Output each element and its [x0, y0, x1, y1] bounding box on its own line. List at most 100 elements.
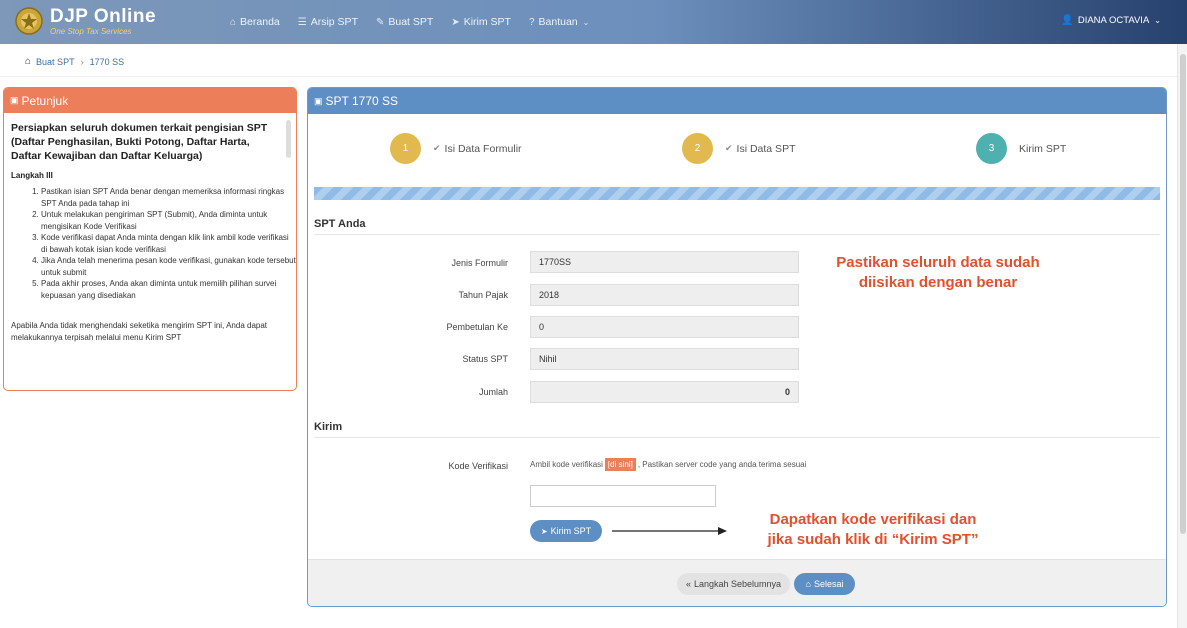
check-icon: ✔ — [433, 143, 441, 153]
kirim-spt-button[interactable]: ➤ Kirim SPT — [530, 520, 602, 542]
scrollbar-thumb[interactable] — [1180, 54, 1186, 534]
divider — [0, 76, 1187, 77]
step-number: 3 — [976, 133, 1007, 164]
page-scrollbar[interactable] — [1177, 44, 1187, 628]
gift-icon: ▣ — [10, 95, 19, 105]
tahun-pajak-field: 2018 — [530, 284, 799, 306]
step-label: Isi Data SPT — [736, 142, 796, 155]
list-item: Pastikan isian SPT Anda benar dengan mem… — [41, 186, 296, 209]
field-label: Jenis Formulir — [451, 258, 508, 268]
annotation-line: Pastikan seluruh data sudah — [836, 254, 1040, 271]
chevron-down-icon: ⌄ — [1154, 16, 1161, 25]
ambil-kode-link[interactable]: [di sini] — [604, 458, 636, 471]
breadcrumb-item-buat-spt[interactable]: Buat SPT — [36, 57, 75, 67]
annotation-line: jika sudah klik di “Kirim SPT” — [767, 531, 979, 548]
petunjuk-step-title: Langkah III — [11, 171, 53, 180]
nav-item-kirim-spt[interactable]: ➤ Kirim SPT — [451, 16, 511, 28]
annotation-line: diisikan dengan benar — [858, 274, 1018, 291]
djp-emblem-icon — [15, 7, 43, 35]
list-item: Untuk melakukan pengiriman SPT (Submit),… — [41, 209, 296, 232]
kode-verifikasi-input[interactable] — [530, 485, 716, 507]
button-label: Langkah Sebelumnya — [693, 579, 782, 589]
nav-item-arsip-spt[interactable]: ☰ Arsip SPT — [298, 16, 358, 28]
field-label: Jumlah — [478, 387, 508, 397]
user-icon: 👤 — [1061, 15, 1074, 26]
nav-item-bantuan[interactable]: ? Bantuan ⌄ — [529, 16, 589, 28]
annotation-bottom: Dapatkan kode verifikasi dan jika sudah … — [728, 510, 1018, 550]
double-chevron-left-icon: « — [685, 579, 691, 589]
button-label: Kirim SPT — [550, 526, 592, 536]
home-icon[interactable]: ⌂ — [25, 56, 31, 67]
step-number: 2 — [682, 133, 713, 164]
petunjuk-note: Apabila Anda tidak menghendaki seketika … — [11, 321, 268, 342]
divider — [314, 437, 1160, 438]
kode-hint-text: Ambil kode verifikasi — [530, 460, 603, 469]
wizard-step-2: 2 ✔ Isi Data SPT — [682, 133, 795, 164]
list-item: Jika Anda telah menerima pesan kode veri… — [41, 255, 296, 278]
list-item: Pada akhir proses, Anda akan diminta unt… — [41, 278, 296, 301]
top-navbar: DJP Online One Stop Tax Services ⌂ Beran… — [0, 0, 1187, 44]
selesai-button[interactable]: ⌂ Selesai — [794, 573, 855, 595]
edit-icon: ✎ — [375, 16, 385, 28]
field-label: Pembetulan Ke — [446, 322, 508, 332]
check-icon: ✔ — [725, 143, 733, 153]
petunjuk-steps: Pastikan isian SPT Anda benar dengan mem… — [11, 186, 296, 301]
home-icon: ⌂ — [230, 16, 237, 28]
petunjuk-title: Petunjuk — [21, 93, 69, 108]
spt-panel-header: ▣ SPT 1770 SS — [308, 88, 1166, 114]
status-spt-field: Nihil — [530, 348, 799, 370]
send-icon: ➤ — [540, 526, 548, 536]
send-icon: ➤ — [451, 16, 460, 28]
button-label: Selesai — [813, 579, 844, 589]
nav-label: Bantuan — [538, 16, 578, 28]
app-title: DJP Online — [50, 5, 157, 27]
arrow-right-icon — [612, 527, 727, 535]
wizard-step-1: 1 ✔ Isi Data Formulir — [390, 133, 522, 164]
langkah-sebelumnya-button[interactable]: « Langkah Sebelumnya — [677, 573, 790, 595]
divider — [314, 234, 1160, 235]
list-item: Kode verifikasi dapat Anda minta dengan … — [41, 232, 296, 255]
nav-item-beranda[interactable]: ⌂ Beranda — [230, 16, 280, 28]
petunjuk-intro: Persiapkan seluruh dokumen terkait pengi… — [11, 122, 268, 162]
kode-verifikasi-label: Kode Verifikasi — [448, 461, 508, 471]
field-label: Tahun Pajak — [458, 290, 508, 300]
main-nav: ⌂ Beranda ☰ Arsip SPT ✎ Buat SPT ➤ Kirim… — [230, 0, 607, 44]
kode-hint-text: , Pastikan server code yang anda terima … — [637, 460, 807, 469]
wizard-steps: 1 ✔ Isi Data Formulir 2 ✔ Isi Data SPT 3… — [308, 133, 1166, 165]
list-icon: ☰ — [297, 16, 307, 28]
kode-hint: Ambil kode verifikasi [di sini] , Pastik… — [530, 458, 806, 471]
user-menu[interactable]: 👤 DIANA OCTAVIA ⌄ — [1061, 15, 1161, 26]
step-label: Kirim SPT — [1019, 142, 1067, 155]
scrollbar[interactable] — [286, 120, 291, 158]
app-subtitle: One Stop Tax Services — [50, 26, 132, 36]
petunjuk-header: ▣ Petunjuk — [4, 88, 296, 113]
logo[interactable]: DJP Online One Stop Tax Services — [14, 6, 156, 36]
field-label: Status SPT — [462, 354, 508, 364]
nav-label: Buat SPT — [388, 16, 434, 28]
nav-label: Beranda — [240, 16, 280, 28]
home-icon: ⌂ — [805, 579, 811, 589]
spt-panel-title: SPT 1770 SS — [325, 94, 399, 108]
section-kirim: Kirim — [314, 421, 343, 433]
annotation-top: Pastikan seluruh data sudah diisikan den… — [793, 253, 1083, 293]
nav-item-buat-spt[interactable]: ✎ Buat SPT — [376, 16, 433, 28]
step-number: 1 — [390, 133, 421, 164]
jenis-formulir-field: 1770SS — [530, 251, 799, 273]
help-icon: ? — [528, 16, 535, 28]
spt-panel: ▣ SPT 1770 SS 1 ✔ Isi Data Formulir 2 ✔ … — [307, 87, 1167, 607]
annotation-line: Dapatkan kode verifikasi dan — [769, 511, 977, 528]
section-spt-anda: SPT Anda — [314, 218, 366, 230]
chevron-down-icon: ⌄ — [582, 17, 590, 27]
wizard-step-3: 3 Kirim SPT — [976, 133, 1066, 164]
user-name: DIANA OCTAVIA — [1077, 15, 1150, 26]
panel-footer: « Langkah Sebelumnya ⌂ Selesai — [308, 559, 1166, 606]
gift-icon: ▣ — [314, 95, 323, 106]
step-label: Isi Data Formulir — [444, 142, 522, 155]
jumlah-field: 0 — [530, 381, 799, 403]
breadcrumb-item-current[interactable]: 1770 SS — [90, 57, 125, 67]
chevron-right-icon: › — [80, 56, 84, 67]
nav-label: Arsip SPT — [310, 16, 358, 28]
petunjuk-panel: ▣ Petunjuk Persiapkan seluruh dokumen te… — [3, 87, 297, 391]
nav-label: Kirim SPT — [463, 16, 511, 28]
pembetulan-field: 0 — [530, 316, 799, 338]
